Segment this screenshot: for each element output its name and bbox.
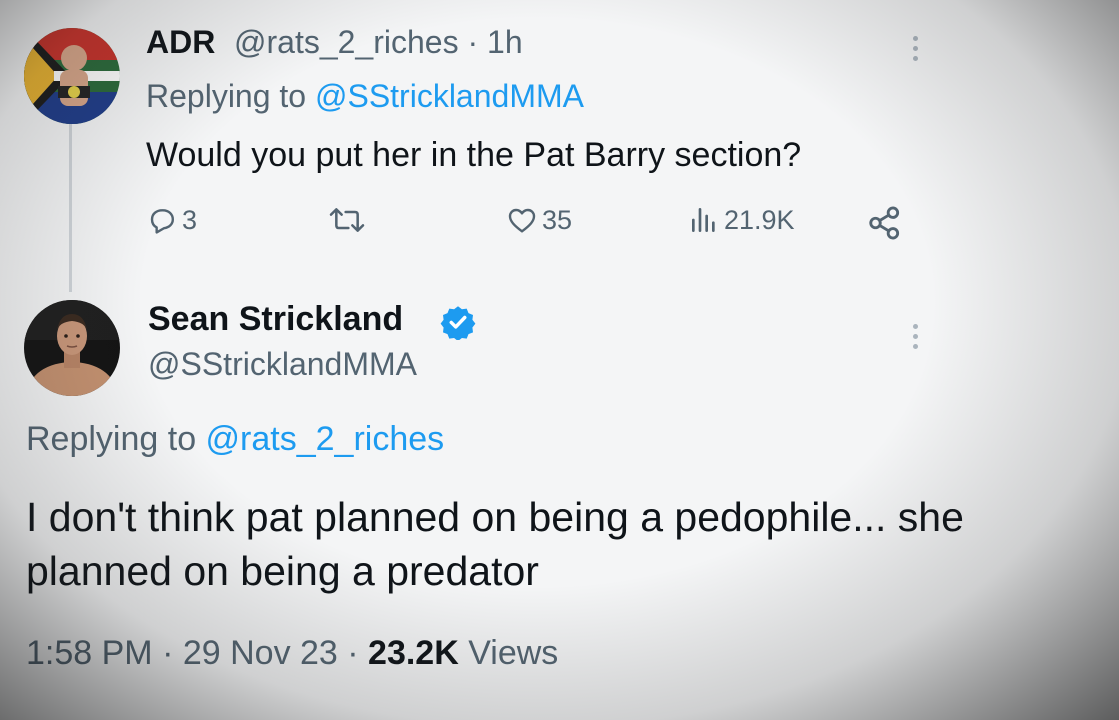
heart-icon [508, 208, 536, 233]
adr-author-name[interactable]: ADR [146, 24, 215, 61]
reply-button[interactable]: 3 [146, 204, 197, 236]
thread-connector-line [69, 124, 72, 292]
adr-tweet-text: Would you put her in the Pat Barry secti… [146, 136, 802, 174]
retweet-icon [329, 208, 365, 232]
reply-icon [150, 209, 174, 234]
sean-replying-to: Replying to @rats_2_riches [26, 420, 444, 459]
reply-count: 3 [182, 204, 198, 235]
views-total: 23.2K [368, 634, 459, 672]
more-options-icon[interactable] [913, 36, 919, 61]
tweet-screenshot: ADR @rats_2_riches · 1h Replying to @SSt… [0, 0, 1119, 720]
views-icon [692, 208, 715, 232]
adr-handle-time[interactable]: @rats_2_riches · 1h [234, 24, 523, 61]
verified-badge-icon [440, 306, 476, 340]
adr-avatar[interactable] [24, 28, 120, 124]
sean-tweet-text: I don't think pat planned on being a ped… [26, 494, 964, 594]
views-label: Views [458, 634, 559, 672]
views-button[interactable]: 21.9K [688, 204, 795, 236]
share-icon [869, 206, 900, 240]
adr-replying-to: Replying to @SStricklandMMA [146, 78, 584, 115]
replying-to-label: Replying to [26, 420, 206, 458]
retweet-button[interactable] [328, 204, 366, 236]
like-count: 35 [542, 204, 573, 235]
replying-to-label: Replying to [146, 78, 315, 114]
like-button[interactable]: 35 [506, 204, 572, 236]
replying-to-mention[interactable]: @rats_2_riches [206, 420, 445, 458]
views-count: 21.9K [724, 204, 795, 235]
sean-avatar[interactable] [24, 300, 120, 396]
sean-handle[interactable]: @SStricklandMMA [148, 346, 417, 383]
tweet-timestamp[interactable]: 1:58 PM · 29 Nov 23 · [26, 634, 368, 672]
more-options-icon[interactable] [913, 324, 919, 349]
share-button[interactable] [866, 204, 904, 242]
tweet-timestamp-views: 1:58 PM · 29 Nov 23 · 23.2K Views [26, 634, 558, 673]
replying-to-mention[interactable]: @SStricklandMMA [315, 78, 584, 114]
sean-author-name[interactable]: Sean Strickland [148, 300, 403, 339]
